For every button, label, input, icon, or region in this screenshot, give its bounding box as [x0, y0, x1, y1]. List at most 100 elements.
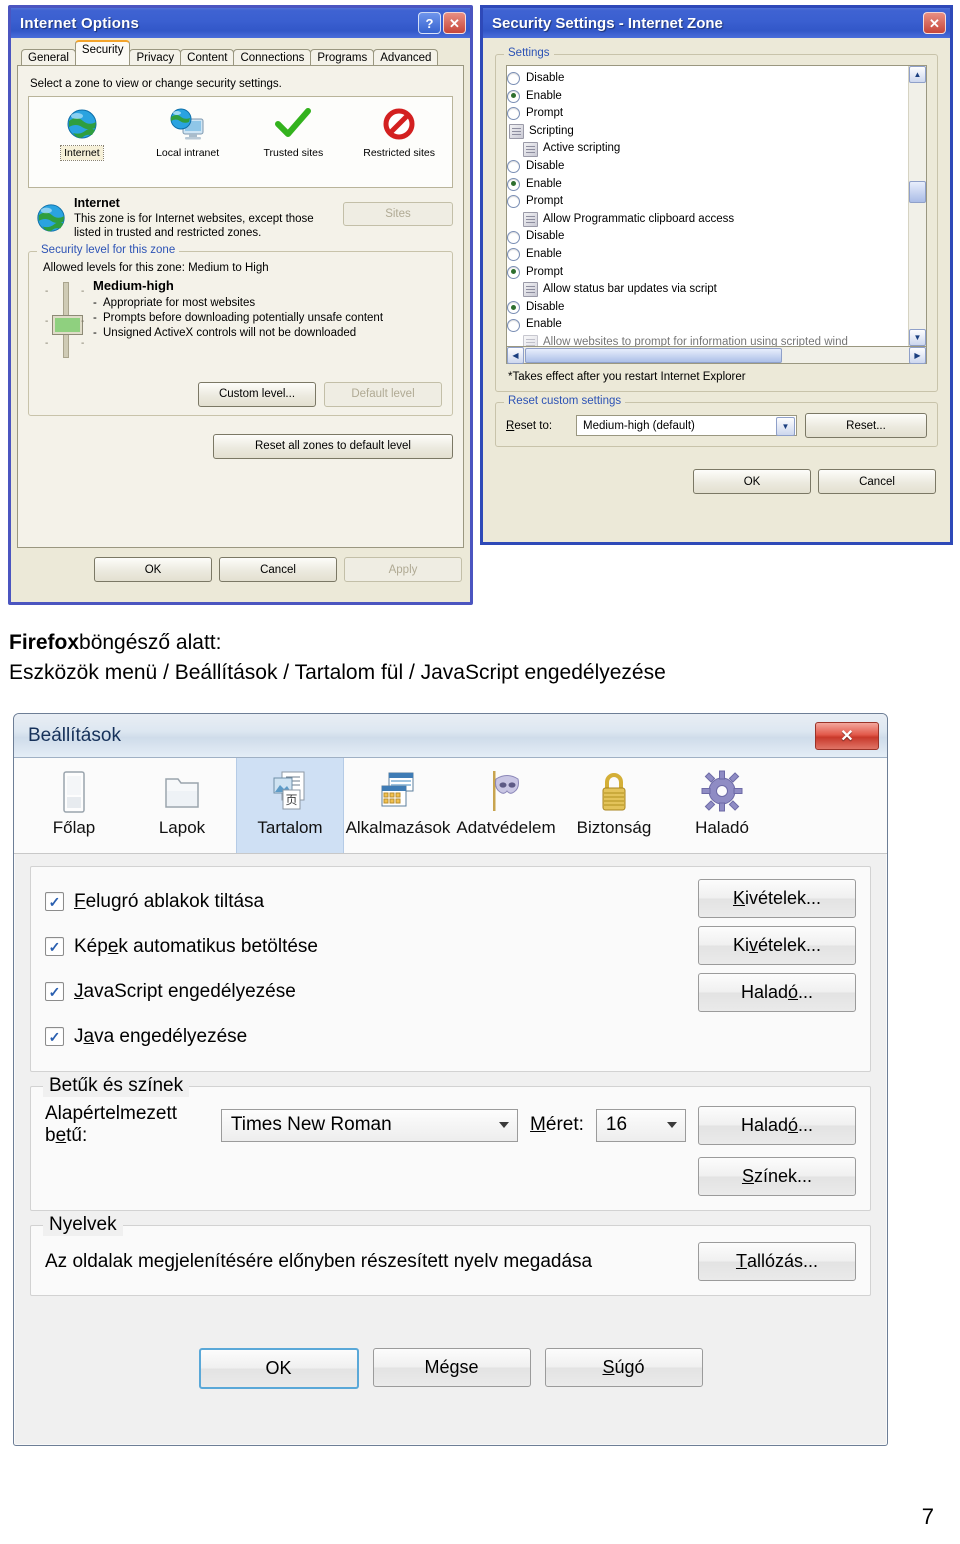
- chevron-down-icon[interactable]: ▼: [776, 417, 795, 436]
- ok-button[interactable]: OK: [693, 469, 811, 494]
- languages-browse-button[interactable]: Tallózás...: [698, 1242, 856, 1281]
- setting-label: Prompt: [526, 195, 564, 208]
- help-icon[interactable]: ?: [418, 12, 441, 34]
- tab-general[interactable]: General: [21, 48, 76, 66]
- setting-radio-row[interactable]: Disable: [507, 70, 908, 88]
- cancel-button[interactable]: Cancel: [818, 469, 936, 494]
- security-level-slider[interactable]: - - - - - -: [39, 278, 93, 364]
- settings-horizontal-scrollbar[interactable]: ◀ ▶: [506, 346, 927, 364]
- radio-icon[interactable]: [507, 301, 520, 315]
- setting-radio-row[interactable]: Disable: [507, 158, 908, 176]
- zone-local-intranet[interactable]: Local intranet: [135, 102, 241, 187]
- checkbox-popups[interactable]: [45, 892, 64, 911]
- radio-icon[interactable]: [507, 230, 520, 244]
- tab-privacy[interactable]: Privacy: [129, 48, 182, 66]
- tab-adatvedelem[interactable]: Adatvédelem: [452, 758, 560, 853]
- security-settings-footer: OK Cancel: [495, 469, 938, 494]
- tab-alkalmazasok[interactable]: Alkalmazások: [344, 758, 452, 853]
- scroll-down-icon[interactable]: ▼: [909, 329, 926, 346]
- sites-button[interactable]: Sites: [343, 202, 453, 226]
- globe-monitor-icon: [135, 102, 241, 146]
- zone-internet[interactable]: Internet: [29, 102, 135, 187]
- checkbox-javascript[interactable]: [45, 982, 64, 1001]
- setting-radio-row[interactable]: Prompt: [507, 105, 908, 123]
- checkbox-java[interactable]: [45, 1027, 64, 1046]
- setting-label: Enable: [526, 247, 562, 260]
- vertical-scroll-thumb[interactable]: [909, 181, 926, 203]
- settings-vertical-scrollbar[interactable]: ▲ ▼: [908, 66, 926, 346]
- javascript-advanced-button[interactable]: Halad ó...: [698, 973, 856, 1012]
- tab-tartalom[interactable]: 页 Tartalom: [236, 758, 344, 853]
- radio-icon[interactable]: [507, 89, 520, 103]
- radio-icon[interactable]: [507, 160, 520, 174]
- radio-icon[interactable]: [507, 265, 520, 279]
- scroll-left-icon[interactable]: ◀: [507, 346, 524, 364]
- horizontal-scroll-thumb[interactable]: [525, 347, 782, 363]
- security-level-group: Security level for this zone Allowed lev…: [28, 243, 453, 416]
- fonts-advanced-button[interactable]: Halad ó...: [698, 1105, 856, 1145]
- globe-icon: [29, 102, 135, 146]
- chevron-down-icon[interactable]: [499, 1122, 510, 1128]
- setting-radio-row[interactable]: Disable: [507, 228, 908, 246]
- setting-radio-row[interactable]: Prompt: [507, 193, 908, 211]
- close-icon[interactable]: ✕: [923, 12, 946, 34]
- popups-exceptions-button[interactable]: Kivételek...: [698, 879, 856, 918]
- ok-button[interactable]: OK: [198, 1348, 359, 1389]
- default-font-select[interactable]: Times New Roman: [220, 1108, 519, 1142]
- close-icon[interactable]: ✕: [443, 12, 466, 34]
- cancel-button[interactable]: Cancel: [219, 557, 337, 582]
- security-level-bullets: Appropriate for most websites Prompts be…: [93, 296, 442, 341]
- checkbox-row-java[interactable]: Java engedélyezése: [45, 1014, 856, 1059]
- radio-icon[interactable]: [507, 72, 520, 86]
- reset-all-zones-button[interactable]: Reset all zones to default level: [213, 433, 453, 459]
- radio-icon[interactable]: [507, 195, 520, 209]
- tab-security[interactable]: Security: [74, 40, 131, 65]
- tab-advanced[interactable]: Advanced: [373, 48, 439, 66]
- reset-to-select[interactable]: Medium-high (default) ▼: [576, 415, 797, 436]
- setting-category-row: Allow Programmatic clipboard access: [507, 211, 908, 229]
- scroll-right-icon[interactable]: ▶: [909, 346, 926, 364]
- radio-icon[interactable]: [507, 248, 520, 262]
- scroll-up-icon[interactable]: ▲: [909, 66, 926, 83]
- zone-restricted-sites[interactable]: Restricted sites: [346, 102, 452, 187]
- tab-halado[interactable]: Haladó: [668, 758, 776, 853]
- radio-icon[interactable]: [507, 177, 520, 191]
- tab-connections[interactable]: Connections: [233, 48, 312, 66]
- zone-restricted-sites-label: Restricted sites: [363, 147, 436, 159]
- settings-list[interactable]: Disable Enable Prompt Scripting Active s…: [506, 65, 927, 347]
- setting-radio-row[interactable]: Prompt: [507, 264, 908, 282]
- fonts-colors-group-title: Betűk és színek: [43, 1075, 190, 1097]
- colors-button[interactable]: Színek...: [698, 1157, 856, 1196]
- setting-radio-row[interactable]: Enable: [507, 316, 908, 334]
- radio-icon[interactable]: [507, 107, 520, 121]
- tab-content[interactable]: Content: [180, 48, 235, 66]
- page-number: 7: [921, 1504, 934, 1529]
- font-size-select[interactable]: 16: [595, 1108, 686, 1142]
- slider-thumb[interactable]: [53, 315, 82, 334]
- red-prohibited-icon: [346, 102, 452, 146]
- zone-trusted-sites[interactable]: Trusted sites: [241, 102, 347, 187]
- security-settings-body: Settings Disable Enable Prompt Scripting…: [483, 38, 950, 504]
- ok-button[interactable]: OK: [94, 557, 212, 582]
- tab-lapok[interactable]: Lapok: [128, 758, 236, 853]
- setting-radio-row[interactable]: Enable: [507, 246, 908, 264]
- help-button[interactable]: Súgó: [544, 1348, 703, 1387]
- reset-all-zones-row: Reset all zones to default level: [28, 433, 453, 459]
- tab-programs[interactable]: Programs: [310, 48, 375, 66]
- tab-biztonsag[interactable]: Biztonság: [560, 758, 668, 853]
- setting-label: Enable: [526, 89, 562, 102]
- setting-radio-row[interactable]: Disable: [507, 299, 908, 317]
- reset-button[interactable]: Reset...: [805, 413, 927, 438]
- setting-radio-row[interactable]: Enable: [507, 88, 908, 106]
- cancel-button[interactable]: Mégse: [372, 1348, 531, 1387]
- custom-level-button[interactable]: Custom level...: [198, 381, 316, 407]
- checkbox-images[interactable]: [45, 937, 64, 956]
- setting-radio-row[interactable]: Enable: [507, 176, 908, 194]
- tab-folap[interactable]: Főlap: [20, 758, 128, 853]
- images-exceptions-button[interactable]: Ki v ételek...: [698, 926, 856, 965]
- close-icon[interactable]: ✕: [815, 721, 879, 750]
- chevron-down-icon[interactable]: [667, 1122, 677, 1128]
- slider-tick-left-bottom: -: [45, 337, 49, 349]
- security-settings-title: Security Settings - Internet Zone: [492, 14, 723, 32]
- radio-icon[interactable]: [507, 318, 520, 332]
